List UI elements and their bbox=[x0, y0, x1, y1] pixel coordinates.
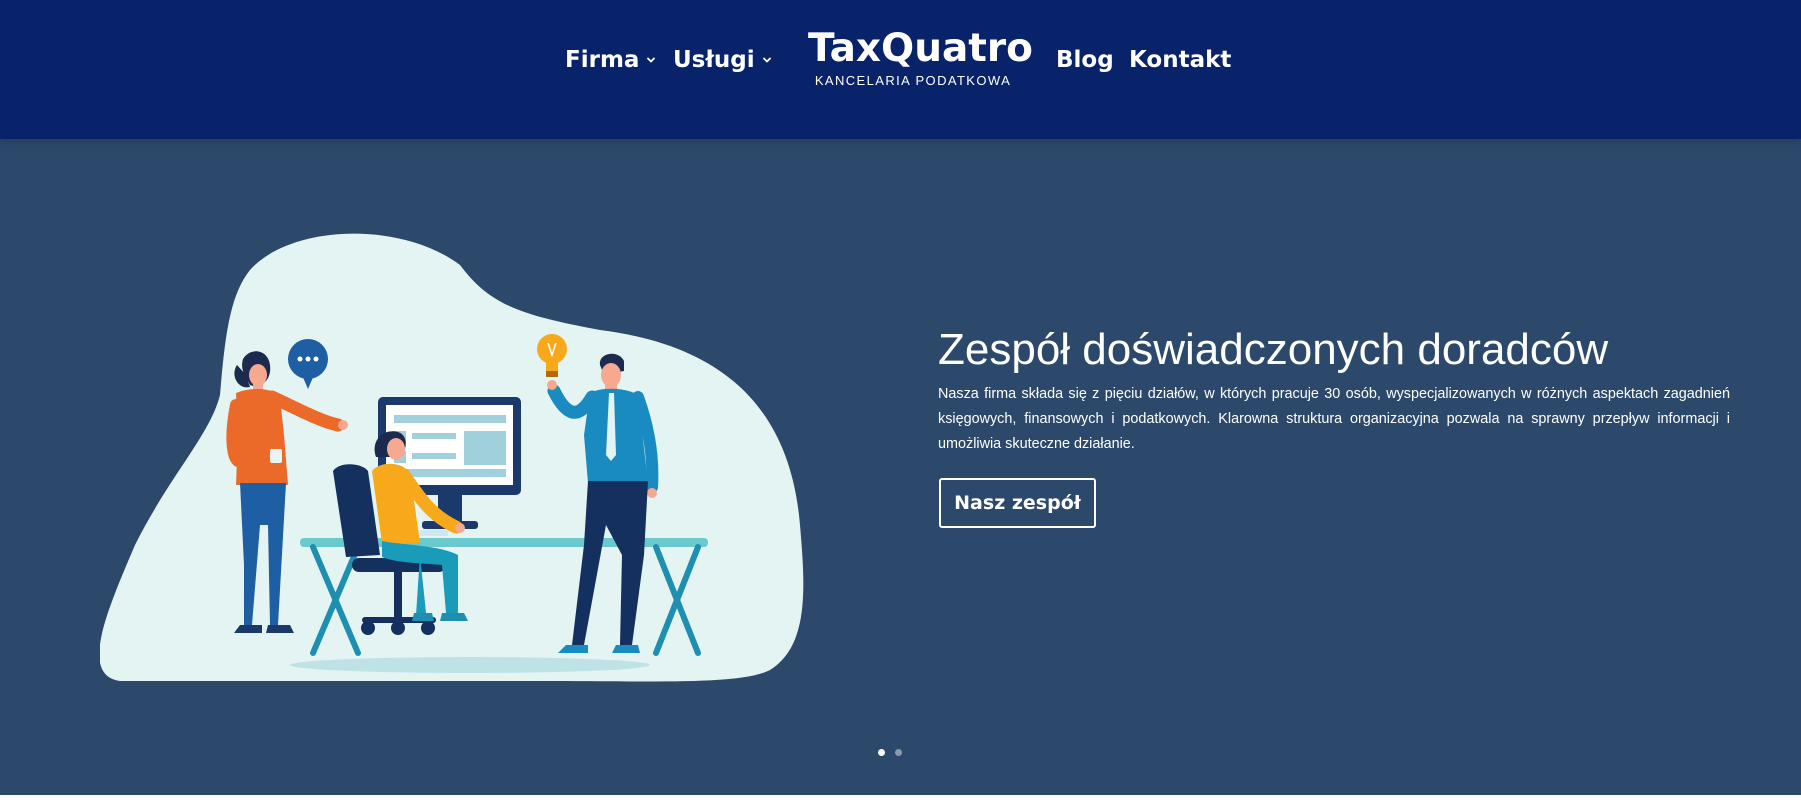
nav-item-label: Firma bbox=[565, 47, 640, 73]
hero-slider: Zespół doświadczonych doradców Nasza fir… bbox=[0, 139, 1801, 795]
hero-description: Nasza firma składa się z pięciu działów,… bbox=[938, 386, 1730, 452]
nav-item-firma[interactable]: Firma bbox=[565, 45, 656, 75]
nav-item-label: Usługi bbox=[673, 47, 755, 73]
logo[interactable]: TaxQuatro KANCELARIA PODATKOWA bbox=[808, 26, 1033, 89]
slider-dot[interactable] bbox=[878, 749, 885, 756]
chevron-down-icon bbox=[762, 57, 771, 63]
logo-subtitle: KANCELARIA PODATKOWA bbox=[814, 73, 1012, 88]
team-illustration bbox=[100, 233, 804, 682]
site-header: Firma Usługi TaxQuatro KANCELARIA PODATK… bbox=[0, 0, 1801, 139]
nav-item-label: Kontakt bbox=[1129, 47, 1232, 73]
logo-title: TaxQuatro bbox=[808, 26, 1033, 71]
page-bottom-edge bbox=[0, 795, 1801, 802]
nav-item-kontakt[interactable]: Kontakt bbox=[1129, 45, 1231, 75]
slider-dot[interactable] bbox=[895, 749, 902, 756]
slider-pagination bbox=[878, 749, 902, 756]
nav-item-uslugi[interactable]: Usługi bbox=[673, 45, 772, 75]
chevron-down-icon bbox=[647, 57, 656, 63]
team-button[interactable]: Nasz zespół bbox=[939, 478, 1096, 528]
nav-item-blog[interactable]: Blog bbox=[1056, 45, 1114, 75]
hero-title: Zespół doświadczonych doradców bbox=[938, 325, 1609, 374]
nav-item-label: Blog bbox=[1056, 47, 1114, 73]
